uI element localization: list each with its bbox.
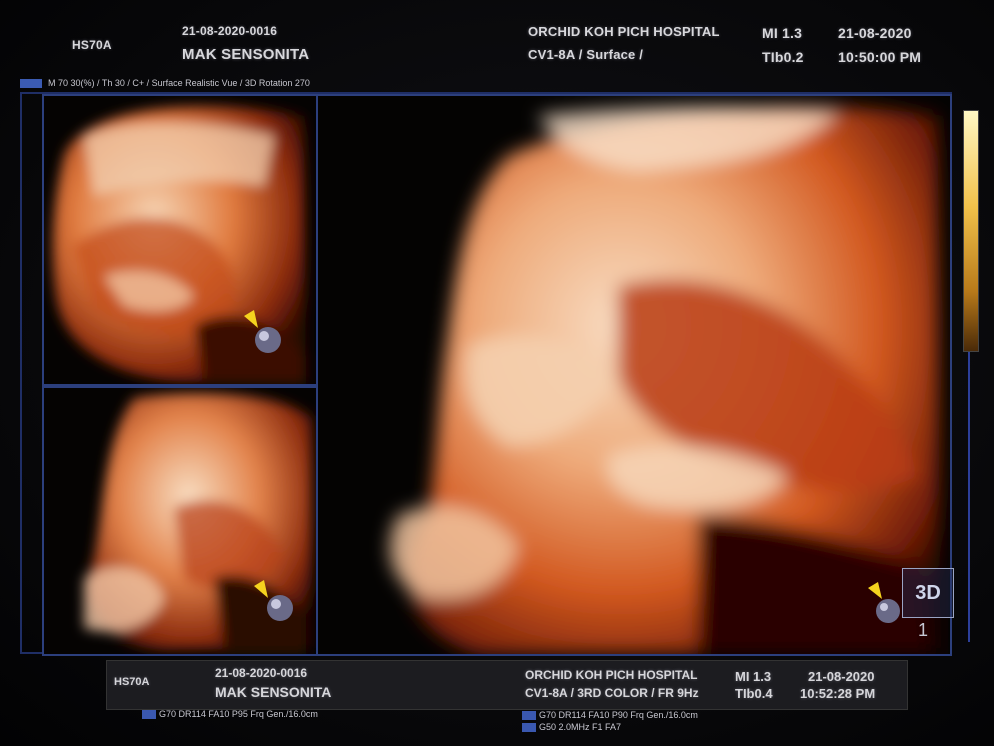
- mode-2d-tag-icon: [142, 710, 156, 720]
- view-cube-label: 3D: [915, 581, 941, 604]
- exam-time: 10:50:00 PM: [838, 49, 922, 65]
- exam-date: 21-08-2020: [838, 25, 912, 41]
- footer-system-model: HS70A: [114, 676, 150, 688]
- fetal-render-main: [318, 96, 950, 654]
- mode-pw-tag-icon: [522, 723, 536, 733]
- patient-id: 21-08-2020-0016: [182, 24, 278, 38]
- footer-hospital-name: ORCHID KOH PICH HOSPITAL: [525, 668, 698, 682]
- fetal-render-top-left: [44, 96, 316, 384]
- patient-name: MAK SENSONITA: [182, 46, 310, 63]
- mechanical-index: MI 1.3: [762, 25, 803, 41]
- view-panel-top-left[interactable]: [42, 94, 318, 386]
- bottom-params-right-2: G50 2.0MHz F1 FA7: [522, 722, 622, 733]
- hospital-name: ORCHID KOH PICH HOSPITAL: [528, 24, 720, 39]
- render-params-text: M 70 30(%) / Th 30 / C+ / Surface Realis…: [48, 78, 310, 88]
- thermal-index: TIb0.2: [762, 49, 804, 65]
- mode-tag-icon: [522, 711, 536, 721]
- view-panel-bottom-left[interactable]: [42, 386, 318, 656]
- bottom-params-right-1-text: G70 DR114 FA10 P90 Frq Gen./16.0cm: [539, 710, 698, 720]
- color-scale-bar: [963, 110, 979, 352]
- view-index: 1: [918, 620, 929, 640]
- mode-indicator-icon: [20, 79, 42, 89]
- fetal-render-bottom-left: [44, 388, 316, 654]
- footer-probe-mode: CV1-8A / 3RD COLOR / FR 9Hz: [525, 686, 699, 700]
- view-panel-main[interactable]: [316, 94, 952, 656]
- side-scale-line: [968, 352, 970, 642]
- footer-exam-time: 10:52:28 PM: [800, 686, 876, 701]
- bottom-params-left: G70 DR114 FA10 P95 Frq Gen./16.0cm: [142, 709, 318, 720]
- footer-thermal-index: TIb0.4: [735, 686, 773, 701]
- probe-mode: CV1-8A / Surface /: [528, 47, 644, 62]
- 3d-view-cube-icon[interactable]: 3D: [902, 568, 954, 618]
- footer-patient-id: 21-08-2020-0016: [215, 666, 308, 680]
- footer-exam-date: 21-08-2020: [808, 669, 875, 684]
- bottom-params-right-1: G70 DR114 FA10 P90 Frq Gen./16.0cm: [522, 710, 698, 721]
- bottom-params-right-2-text: G50 2.0MHz F1 FA7: [539, 722, 622, 732]
- bottom-params-left-text: G70 DR114 FA10 P95 Frq Gen./16.0cm: [159, 709, 318, 719]
- render-params: M 70 30(%) / Th 30 / C+ / Surface Realis…: [20, 78, 310, 89]
- system-model: HS70A: [72, 38, 112, 52]
- footer-mechanical-index: MI 1.3: [735, 669, 772, 684]
- footer-patient-name: MAK SENSONITA: [215, 684, 332, 700]
